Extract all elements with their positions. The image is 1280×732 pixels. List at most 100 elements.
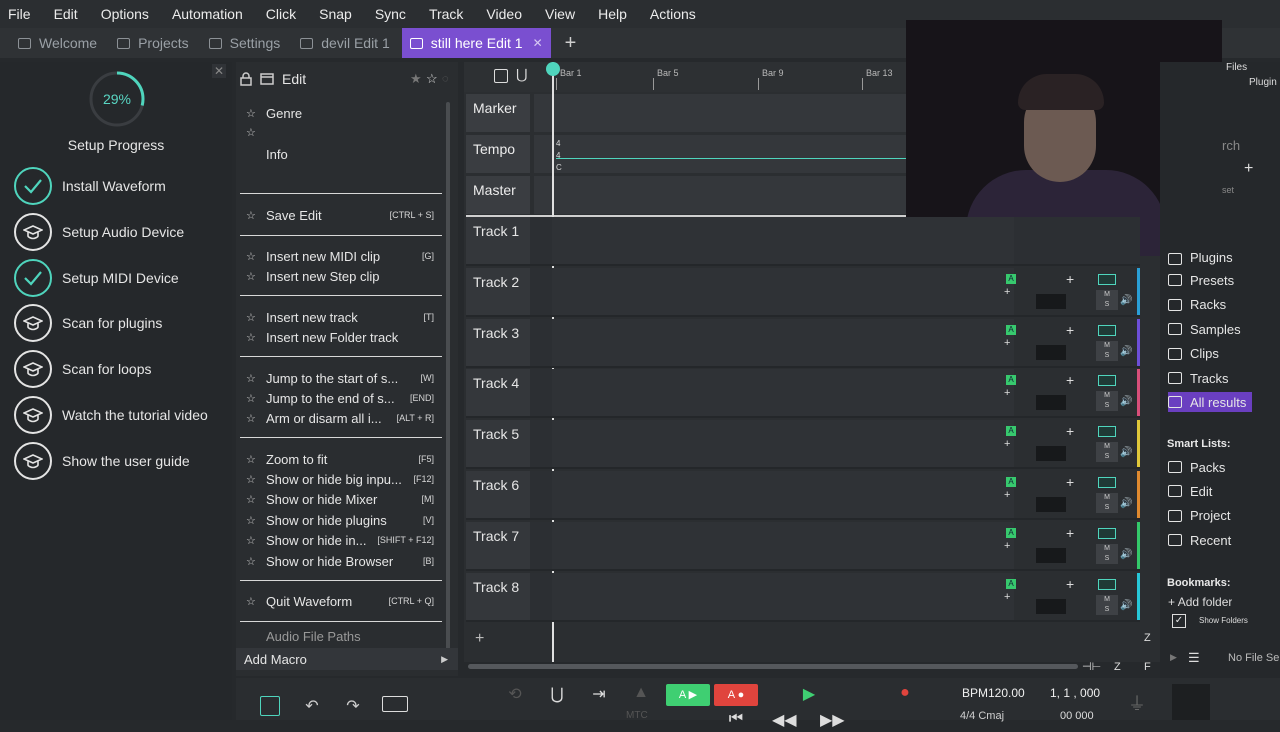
mute-button[interactable]: M [1096,595,1118,605]
browser-files-tab[interactable]: Files [1226,62,1247,73]
add-plugin-icon[interactable]: + [1066,322,1074,338]
solo-button[interactable]: S [1096,605,1118,615]
add-icon[interactable]: + [1004,286,1010,298]
star-outline-icon[interactable]: ☆ [246,126,266,139]
track-clip-area[interactable] [552,369,1014,417]
timeline-ruler[interactable] [464,62,906,92]
add-plugin-icon[interactable]: + [1066,271,1074,287]
zoom-fit-icon[interactable]: ⊣⊢ [1082,660,1101,673]
arm-button[interactable]: A [1006,527,1016,538]
input-selector[interactable] [1036,547,1066,563]
menu-video[interactable]: Video [486,6,522,22]
arm-button[interactable]: A [1006,426,1016,437]
position-display[interactable]: 1, 1 , 000 [1050,686,1100,700]
tempo-row[interactable]: Tempo [466,135,530,173]
add-plugin-icon[interactable]: + [1066,576,1074,592]
edit-menu-item[interactable]: ☆ Quit Waveform [CTRL + Q] [246,591,434,611]
star-outline-icon[interactable]: ☆ [246,107,266,120]
mute-solo-buttons[interactable]: MS [1096,493,1118,513]
solo-button[interactable]: S [1096,452,1118,462]
browser-item[interactable]: Tracks [1168,368,1229,388]
mute-solo-buttons[interactable]: MS [1096,340,1118,361]
browser-add-icon[interactable]: + [1244,160,1253,178]
list-icon[interactable]: ☰ [1188,650,1200,666]
star-outline-icon[interactable]: ☆ [246,270,266,283]
setup-step[interactable]: Show the user guide [14,441,190,481]
star-outline-icon[interactable]: ☆ [426,71,438,87]
add-folder-link[interactable]: + Add folder [1168,595,1232,607]
browser-item[interactable]: Samples [1168,319,1241,339]
mute-solo-buttons[interactable]: MS [1096,543,1118,564]
track-clip-area[interactable] [552,267,1014,315]
edit-menu-item[interactable]: ☆ Show or hide Mixer [M] [246,489,434,509]
setup-step[interactable]: Scan for loops [14,349,152,389]
add-icon[interactable]: + [1004,337,1010,349]
star-outline-icon[interactable]: ☆ [246,331,266,344]
edit-lock-icon[interactable] [494,69,508,83]
mute-solo-buttons[interactable]: MS [1096,594,1118,615]
browser-item[interactable]: Clips [1168,344,1219,364]
show-folders-checkbox[interactable]: ✓ [1172,614,1186,628]
mute-solo-buttons[interactable]: MS [1096,442,1118,463]
lock-icon[interactable] [240,72,252,86]
magnet-icon[interactable]: ⋃ [516,66,527,83]
edit-menu-item[interactable]: ☆ Arm or disarm all i... [ALT + R] [246,408,434,428]
add-plugin-icon[interactable]: + [1066,474,1074,490]
input-selector[interactable] [1036,344,1066,360]
zoom-label-z[interactable]: Z [1114,661,1121,673]
mute-solo-buttons[interactable]: MS [1096,391,1118,412]
menu-help[interactable]: Help [598,6,627,22]
time-signature-display[interactable]: 4/4 Cmaj [960,710,1004,722]
browser-item[interactable]: Presets [1168,270,1234,290]
track-clip-area[interactable] [552,521,1014,569]
setup-step[interactable]: Scan for plugins [14,303,162,343]
star-outline-icon[interactable]: ☆ [246,311,266,324]
track-name[interactable]: Track 8 [466,572,530,620]
horizontal-scrollbar[interactable] [468,664,1078,669]
track-lane[interactable]: Track 6 A + + M S 🔊 [466,471,1140,520]
solo-button[interactable]: S [1096,401,1118,411]
edit-menu-item[interactable]: ☆ Insert new Step clip [246,266,434,286]
edit-menu-item[interactable]: ☆ Show or hide in... [SHIFT + F12] [246,530,434,550]
add-plugin-icon[interactable]: + [1066,423,1074,439]
record-icon[interactable]: ● [896,684,914,706]
mtc-label[interactable]: MTC [626,710,648,721]
menu-click[interactable]: Click [266,6,296,22]
menu-options[interactable]: Options [101,6,149,22]
track-name[interactable]: Track 2 [466,267,530,315]
redo-icon[interactable]: ↷ [343,696,363,718]
master-row[interactable]: Master [466,176,530,214]
star-outline-icon[interactable]: ☆ [246,372,266,385]
auto-arm-button[interactable]: A ● [714,684,758,706]
menu-automation[interactable]: Automation [172,6,243,22]
jump-end-icon[interactable]: ⇥ [590,684,608,706]
track-clip-area[interactable] [552,471,1014,518]
add-icon[interactable]: + [1004,438,1010,450]
add-icon[interactable]: + [1004,387,1010,399]
playhead-handle[interactable] [546,62,560,76]
star-outline-icon[interactable]: ☆ [246,250,266,263]
star-outline-icon[interactable]: ☆ [246,412,266,425]
track-lane[interactable]: Track 1 [466,217,1140,266]
track-name[interactable]: Track 4 [466,369,530,417]
tab-2[interactable]: Settings [201,28,289,58]
menu-track[interactable]: Track [429,6,463,22]
track-clip-area[interactable] [552,217,1014,264]
play-preview-icon[interactable]: ▶ [1170,652,1177,663]
add-icon[interactable]: + [1004,489,1010,501]
window-icon[interactable] [260,73,274,85]
track-lane[interactable]: Track 3 A + + M S 🔊 [466,318,1140,368]
input-selector[interactable] [1036,446,1066,462]
star-outline-icon[interactable]: ☆ [246,595,266,608]
browser-item[interactable]: Plugins [1168,253,1233,265]
rewind-icon[interactable]: ⏮ [722,710,750,732]
edit-menu-item[interactable]: ☆ Jump to the end of s... [END] [246,388,434,408]
play-icon[interactable]: ▶ [800,684,818,706]
star-icon[interactable]: ★ [410,71,422,87]
tempo-lane[interactable] [534,135,906,173]
solo-button[interactable]: S [1096,351,1118,361]
arm-button[interactable]: A [1006,273,1016,284]
metronome-icon[interactable]: ▲ [632,684,650,706]
mute-solo-buttons[interactable]: MS [1096,289,1118,310]
arm-button[interactable]: A [1006,578,1016,589]
